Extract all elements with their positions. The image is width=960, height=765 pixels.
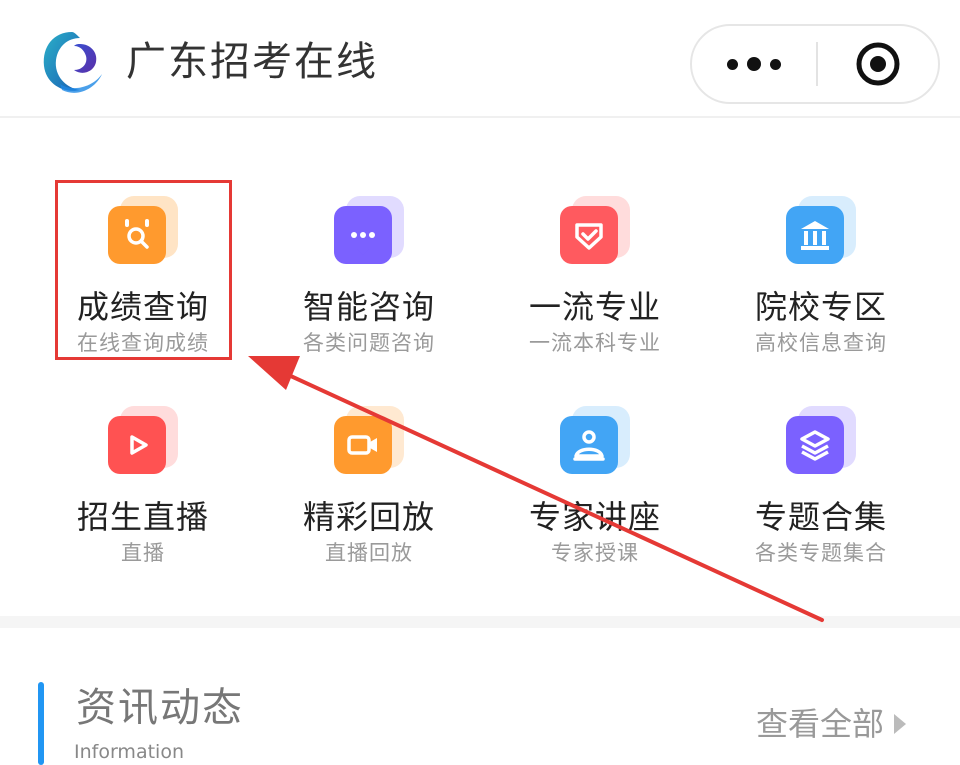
- app-title: 广东招考在线: [126, 39, 378, 85]
- icon-wrap: [334, 406, 404, 482]
- nav-header: 广东招考在线: [0, 0, 960, 118]
- chat-bubble-icon: [351, 232, 375, 255]
- annotation-highlight-box: [55, 180, 232, 360]
- triangle-right-icon: [894, 714, 907, 734]
- play-icon: [130, 435, 148, 455]
- building-icon: [801, 221, 829, 250]
- menu-item-title: 专家讲座: [528, 498, 661, 536]
- icon-wrap: [560, 406, 630, 482]
- mini-program-capsule: [690, 24, 940, 104]
- swirl-logo-icon: [43, 32, 102, 93]
- menu-item-live-admission[interactable]: 招生直播 直播: [30, 406, 256, 566]
- close-button[interactable]: [818, 26, 938, 102]
- menu-item-subtitle: 直播: [121, 541, 165, 565]
- menu-item-smart-consult[interactable]: 智能咨询 各类问题咨询: [256, 196, 482, 356]
- menu-item-top-majors[interactable]: 一流专业 一流本科专业: [482, 196, 708, 356]
- section-separator: [0, 616, 960, 628]
- icon-wrap: [334, 196, 404, 272]
- menu-item-subtitle: 一流本科专业: [529, 331, 661, 355]
- menu-item-subtitle: 直播回放: [325, 541, 413, 565]
- news-title: 资讯动态: [76, 685, 244, 731]
- menu-item-replay[interactable]: 精彩回放 直播回放: [256, 406, 482, 566]
- menu-item-title: 一流专业: [528, 288, 661, 326]
- menu-item-subtitle: 高校信息查询: [755, 331, 887, 355]
- menu-item-title: 精彩回放: [302, 498, 435, 536]
- menu-item-college-zone[interactable]: 院校专区 高校信息查询: [708, 196, 934, 356]
- menu-item-subtitle: 各类问题咨询: [303, 331, 435, 355]
- more-dots-icon: [727, 58, 738, 70]
- icon-wrap: [560, 196, 630, 272]
- menu-item-subtitle: 专家授课: [551, 541, 639, 565]
- target-circle-icon: [856, 42, 900, 86]
- menu-item-expert-lecture[interactable]: 专家讲座 专家授课: [482, 406, 708, 566]
- layers-icon: [800, 430, 830, 461]
- icon-wrap: [786, 196, 856, 272]
- news-section: 资讯动态 Information 查看全部: [0, 628, 960, 765]
- menu-item-title: 招生直播: [76, 498, 209, 536]
- icon-wrap: [786, 406, 856, 482]
- section-accent-bar: [38, 682, 44, 765]
- icon-wrap: [108, 406, 178, 482]
- menu-item-title: 专题合集: [754, 498, 887, 536]
- expert-user-icon: [573, 430, 605, 461]
- video-camera-icon: [347, 435, 377, 455]
- badge-check-icon: [575, 223, 603, 250]
- more-button[interactable]: [692, 26, 816, 102]
- view-all-link[interactable]: 查看全部: [756, 704, 907, 744]
- menu-item-topic-collection[interactable]: 专题合集 各类专题集合: [708, 406, 934, 566]
- menu-item-title: 院校专区: [754, 288, 887, 326]
- view-all-label: 查看全部: [756, 705, 885, 743]
- menu-item-title: 智能咨询: [302, 288, 435, 326]
- menu-item-subtitle: 各类专题集合: [755, 541, 887, 565]
- news-subtitle: Information: [74, 741, 184, 763]
